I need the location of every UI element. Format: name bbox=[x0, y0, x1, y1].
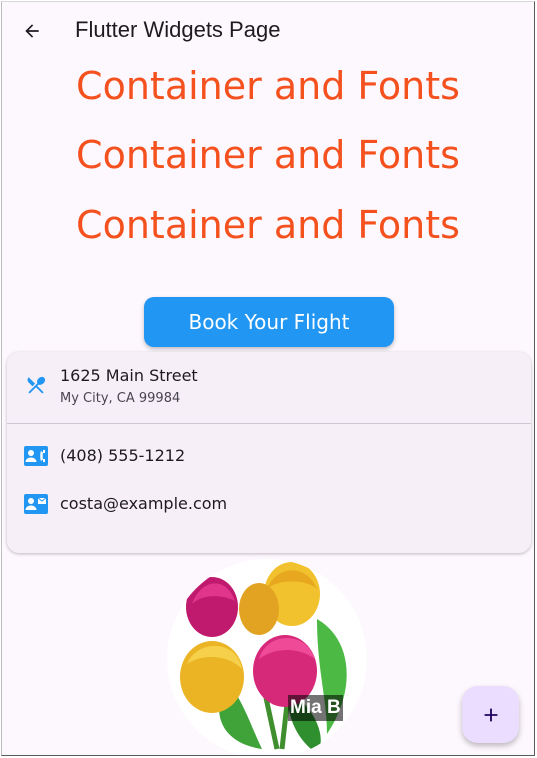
headline-text: Container and Fonts bbox=[76, 133, 460, 177]
headline-text: Container and Fonts bbox=[76, 64, 460, 108]
app-window: Flutter Widgets Page Container and Fonts… bbox=[1, 1, 535, 756]
contact-phone-icon bbox=[23, 443, 49, 469]
app-bar: Flutter Widgets Page bbox=[2, 2, 534, 60]
address-city: My City, CA 99984 bbox=[60, 391, 181, 406]
avatar bbox=[167, 559, 367, 755]
back-button[interactable] bbox=[18, 17, 46, 45]
restaurant-icon bbox=[23, 372, 49, 398]
email-address: costa@example.com bbox=[60, 494, 228, 513]
contact-mail-icon bbox=[23, 491, 49, 517]
page-title: Flutter Widgets Page bbox=[75, 17, 281, 42]
book-flight-button[interactable]: Book Your Flight bbox=[144, 297, 394, 347]
headline-text: Container and Fonts bbox=[76, 203, 460, 247]
tulips-image bbox=[180, 562, 347, 754]
address-line: 1625 Main Street bbox=[60, 366, 198, 385]
arrow-back-icon bbox=[25, 24, 39, 38]
contact-card: 1625 Main Street My City, CA 99984 (408)… bbox=[7, 352, 531, 553]
phone-number: (408) 555-1212 bbox=[60, 446, 186, 465]
add-icon bbox=[484, 708, 497, 721]
card-divider bbox=[7, 423, 531, 424]
avatar-name-label: Mia B bbox=[288, 695, 343, 721]
add-fab-button[interactable] bbox=[462, 686, 519, 743]
